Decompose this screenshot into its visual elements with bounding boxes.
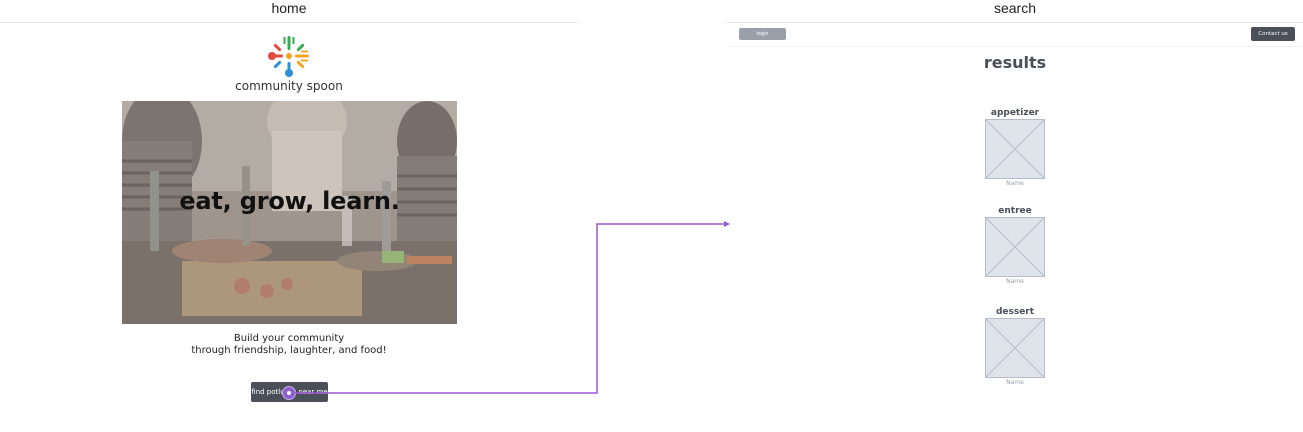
image-placeholder-icon[interactable]: [985, 217, 1045, 277]
category-label-entree: entree: [998, 206, 1032, 216]
item-name-appetizer: Name: [1006, 180, 1024, 187]
category-label-dessert: dessert: [995, 307, 1035, 317]
item-name-dessert: Name: [1006, 379, 1024, 386]
search-header-divider: [727, 46, 1303, 47]
search-frame-title: search: [993, 0, 1037, 16]
login-button[interactable]: login: [739, 28, 786, 40]
search-frame-divider: [727, 22, 1303, 23]
contact-us-button[interactable]: Contact us: [1251, 27, 1295, 41]
image-placeholder-icon[interactable]: [985, 119, 1045, 179]
results-heading: results: [983, 53, 1047, 72]
item-name-entree: Name: [1006, 278, 1024, 285]
prototype-flow-connector: [295, 221, 730, 394]
category-label-appetizer: appetizer: [990, 108, 1040, 118]
image-placeholder-icon[interactable]: [985, 318, 1045, 378]
